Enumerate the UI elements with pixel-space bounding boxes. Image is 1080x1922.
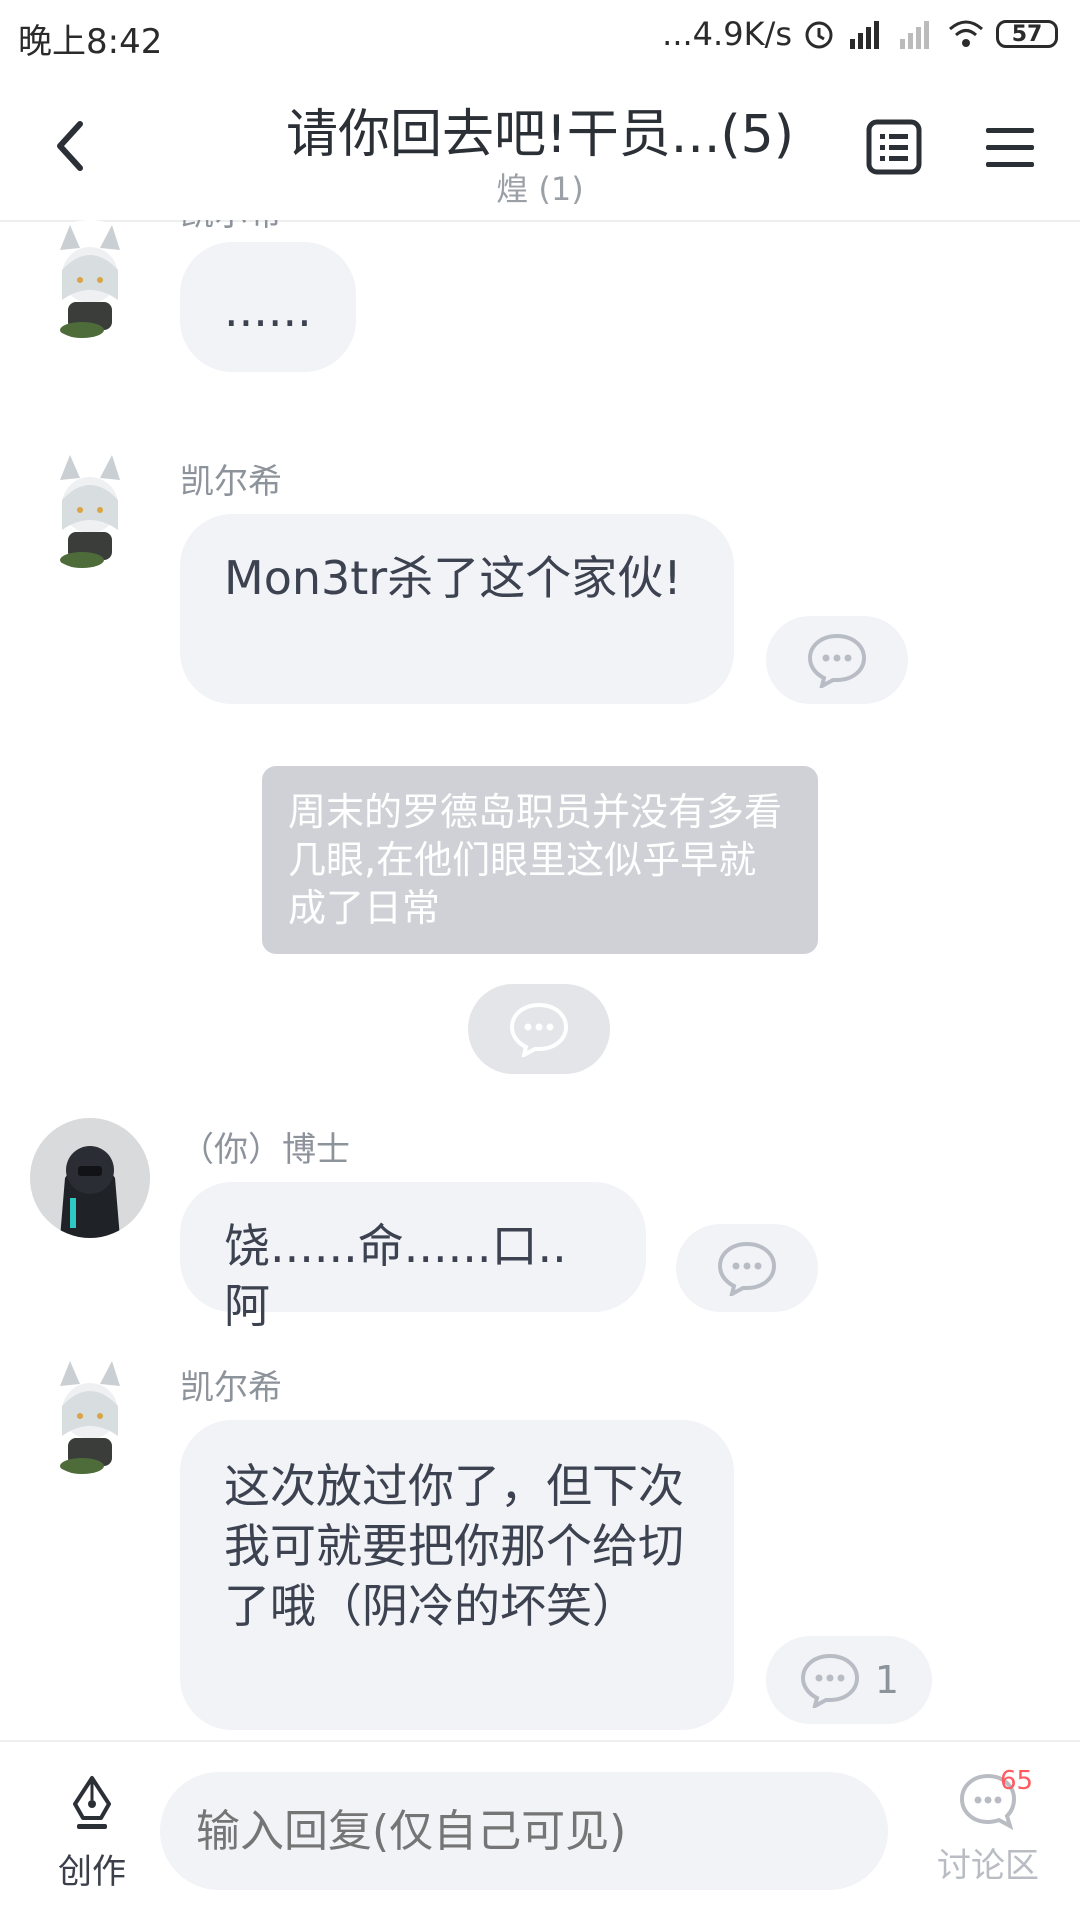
doctor-avatar-image	[30, 1118, 150, 1238]
sender-name: 凯尔希	[180, 1368, 282, 1408]
avatar[interactable]	[30, 1118, 150, 1238]
create-button[interactable]: 创作	[30, 1774, 154, 1893]
reply-input[interactable]	[160, 1772, 888, 1890]
narration-box: 周末的罗德岛职员并没有多看几眼,在他们眼里这似乎早就成了日常	[262, 766, 818, 954]
alarm-icon	[805, 21, 833, 49]
status-right: ...4.9K/s 57	[662, 12, 1058, 56]
narration-comment-button[interactable]	[468, 984, 610, 1074]
character-avatar-image	[30, 1356, 150, 1476]
comment-button[interactable]: 1	[766, 1636, 932, 1724]
comment-button[interactable]	[676, 1224, 818, 1312]
battery-indicator: 57	[996, 20, 1058, 48]
status-time: 晚上8:42	[18, 22, 163, 62]
menu-icon[interactable]	[982, 120, 1038, 176]
signal-weak-icon	[900, 21, 929, 49]
message-bubble[interactable]: 这次放过你了，但下次我可就要把你那个给切了哦（阴冷的坏笑）	[180, 1420, 734, 1730]
comment-icon	[800, 1653, 859, 1708]
comment-icon	[509, 1002, 569, 1057]
discussion-button[interactable]: 65 讨论区	[918, 1766, 1058, 1887]
sender-name: 凯尔希	[180, 462, 282, 502]
message-bubble[interactable]: Mon3tr杀了这个家伙!	[180, 514, 734, 704]
message-bubble[interactable]: 饶......命......口..阿	[180, 1182, 646, 1333]
signal-icon	[850, 21, 879, 49]
network-speed: ...4.9K/s	[662, 15, 792, 53]
avatar[interactable]	[30, 450, 150, 570]
chat-header: 请你回去吧!干员...(5) 煌 (1)	[0, 72, 1080, 222]
pen-icon	[73, 1776, 111, 1829]
wifi-icon	[949, 20, 983, 47]
discussion-badge: 65	[1000, 1766, 1034, 1796]
status-bar: 晚上8:42 ...4.9K/s 57	[0, 0, 1080, 72]
discussion-label: 讨论区	[937, 1846, 1039, 1886]
sender-name: （你）博士	[180, 1130, 350, 1170]
chat-list[interactable]: 凯尔希 ...... 凯尔希 Mon3tr杀了这个家伙! 周末的罗德岛职员并没有…	[0, 220, 1080, 1740]
message-bubble[interactable]: ......	[180, 242, 356, 372]
sender-name: 凯尔希	[180, 220, 282, 235]
character-avatar-image	[30, 450, 150, 570]
comment-icon	[717, 1241, 777, 1296]
list-icon[interactable]	[865, 118, 923, 176]
bottom-bar: 创作 65 讨论区	[0, 1740, 1080, 1922]
character-avatar-image	[30, 220, 150, 340]
avatar[interactable]	[30, 1356, 150, 1476]
create-label: 创作	[58, 1852, 126, 1892]
comment-icon	[807, 633, 867, 688]
comment-count: 1	[874, 1658, 900, 1702]
comment-button[interactable]	[766, 616, 908, 704]
avatar[interactable]	[30, 220, 150, 340]
